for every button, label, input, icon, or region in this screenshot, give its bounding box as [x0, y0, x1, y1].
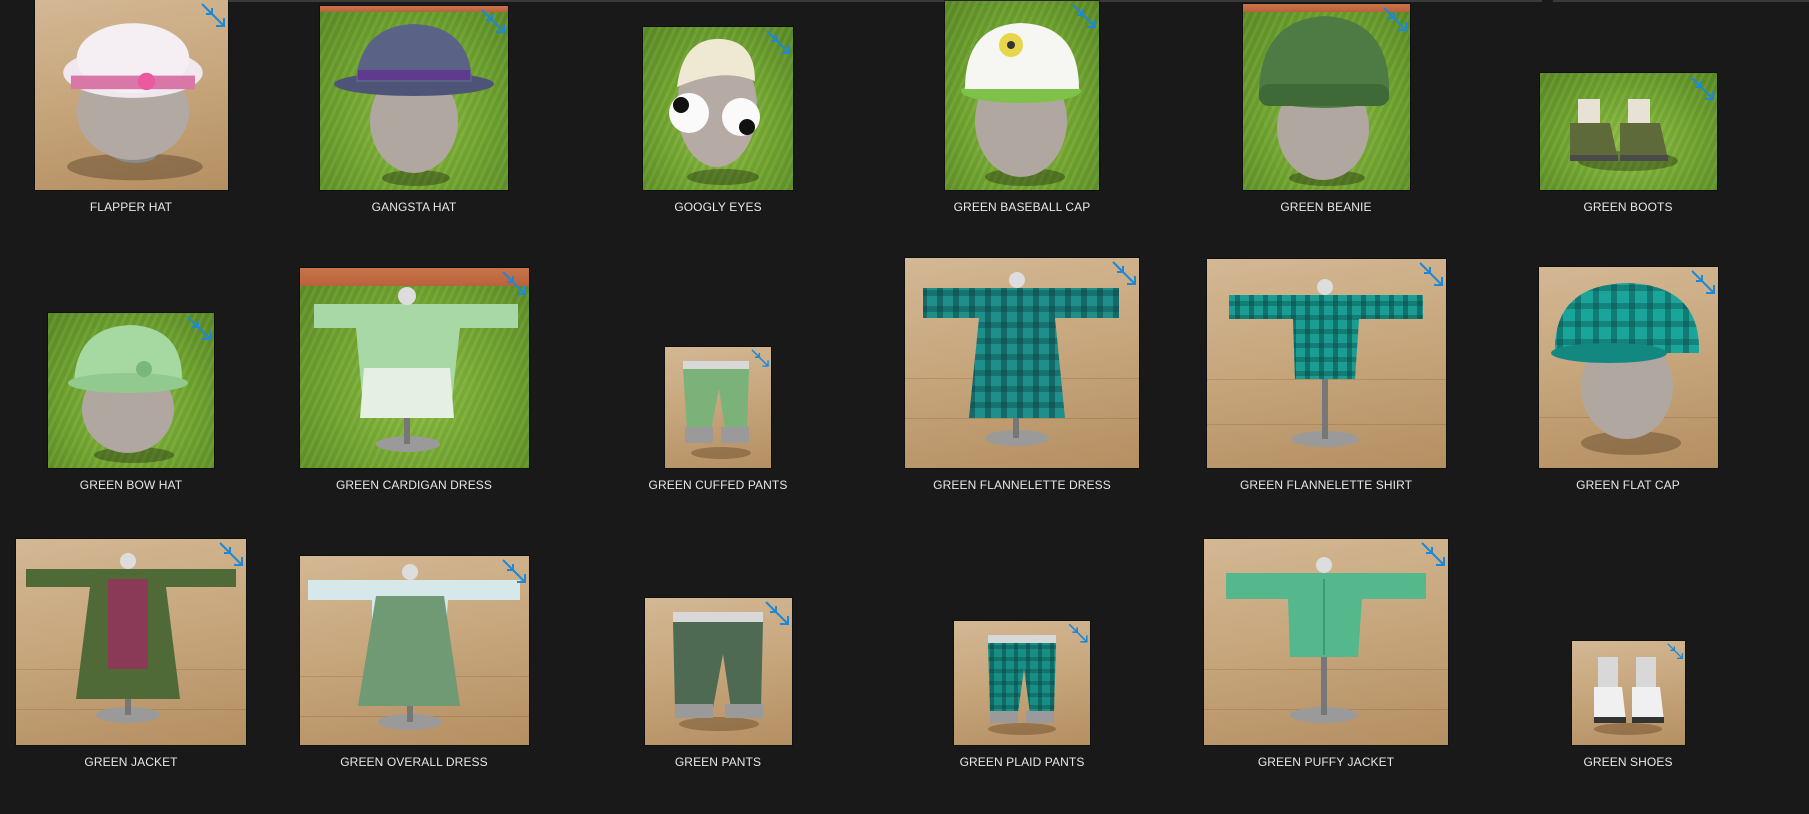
grid-item[interactable]: GREEN PLAID PANTS: [870, 504, 1174, 781]
item-label: GREEN BOOTS: [1583, 200, 1673, 214]
item-thumbnail[interactable]: [1204, 539, 1448, 745]
item-thumbnail[interactable]: [1571, 641, 1685, 745]
item-label: GREEN SHOES: [1583, 755, 1673, 769]
grid-item[interactable]: GREEN PANTS: [566, 504, 870, 781]
item-label: GREEN PLAID PANTS: [959, 755, 1085, 769]
item-thumbnail[interactable]: [1538, 267, 1718, 468]
grid-item[interactable]: GREEN OVERALL DRESS: [262, 504, 566, 781]
item-label: GREEN BASEBALL CAP: [953, 200, 1091, 214]
expand-arrows-icon: [501, 559, 526, 583]
item-thumbnail[interactable]: [1539, 73, 1717, 190]
item-label: GREEN CUFFED PANTS: [648, 478, 788, 492]
expand-arrows-icon: [187, 316, 211, 340]
expand-arrows-icon: [501, 271, 526, 295]
item-thumbnail[interactable]: [1242, 4, 1410, 190]
item-label: GREEN PANTS: [674, 755, 762, 769]
expand-arrows-icon: [1418, 262, 1443, 286]
item-label: GREEN FLAT CAP: [1576, 478, 1680, 492]
grid-item[interactable]: GREEN BOW HAT: [0, 226, 262, 504]
item-thumbnail[interactable]: [643, 27, 793, 190]
item-thumbnail[interactable]: [299, 556, 529, 745]
item-label: GANGSTA HAT: [371, 200, 457, 214]
item-thumbnail[interactable]: [1206, 259, 1446, 468]
grid-item[interactable]: GREEN BASEBALL CAP: [870, 0, 1174, 226]
item-thumbnail[interactable]: [34, 0, 228, 190]
item-label: GREEN CARDIGAN DRESS: [335, 478, 493, 492]
green-flannelette-shirt-image: [1228, 279, 1423, 447]
item-thumbnail[interactable]: [905, 258, 1139, 468]
item-label: GOOGLY EYES: [674, 200, 762, 214]
item-thumbnail-grid: FLAPPER HAT GANGSTA HAT GOOGLY EYES GREE…: [0, 0, 1778, 781]
item-thumbnail[interactable]: [954, 621, 1090, 745]
green-jacket-image: [26, 553, 236, 723]
grid-item[interactable]: GOOGLY EYES: [566, 0, 870, 226]
grid-item[interactable]: GREEN BEANIE: [1174, 0, 1478, 226]
item-thumbnail[interactable]: [665, 347, 771, 468]
grid-item[interactable]: GREEN CUFFED PANTS: [566, 226, 870, 504]
expand-arrows-icon: [766, 30, 790, 54]
expand-arrows-icon: [1421, 542, 1445, 566]
item-label: GREEN JACKET: [84, 755, 178, 769]
item-label: GREEN FLANNELETTE SHIRT: [1239, 478, 1413, 492]
green-flannelette-dress-image: [923, 272, 1119, 446]
item-thumbnail[interactable]: [320, 6, 508, 190]
grid-item[interactable]: GREEN PUFFY JACKET: [1174, 504, 1478, 781]
item-label: GREEN BOW HAT: [79, 478, 183, 492]
item-thumbnail[interactable]: [945, 1, 1099, 190]
green-cardigan-dress-image: [313, 287, 518, 452]
expand-arrows-icon: [481, 9, 505, 33]
item-label: GREEN FLANNELETTE DRESS: [933, 478, 1111, 492]
grid-item[interactable]: GREEN SHOES: [1478, 504, 1778, 781]
item-label: FLAPPER HAT: [89, 200, 173, 214]
expand-arrows-icon: [1112, 261, 1136, 285]
grid-item[interactable]: GREEN FLAT CAP: [1478, 226, 1778, 504]
expand-arrows-icon: [200, 3, 225, 27]
expand-arrows-icon: [1666, 643, 1683, 659]
grid-item[interactable]: GREEN JACKET: [0, 504, 262, 781]
expand-arrows-icon: [1068, 623, 1088, 643]
green-puffy-jacket-image: [1226, 557, 1426, 723]
grid-item[interactable]: GREEN CARDIGAN DRESS: [262, 226, 566, 504]
green-overall-dress-image: [307, 564, 520, 730]
grid-item[interactable]: GANGSTA HAT: [262, 0, 566, 226]
grid-item[interactable]: FLAPPER HAT: [0, 0, 262, 226]
expand-arrows-icon: [751, 349, 769, 367]
item-thumbnail[interactable]: [299, 268, 529, 468]
item-label: GREEN PUFFY JACKET: [1257, 755, 1395, 769]
grid-item[interactable]: GREEN BOOTS: [1478, 0, 1778, 226]
expand-arrows-icon: [764, 601, 789, 625]
grid-item[interactable]: GREEN FLANNELETTE SHIRT: [1174, 226, 1478, 504]
item-thumbnail[interactable]: [644, 598, 792, 745]
grid-item[interactable]: GREEN FLANNELETTE DRESS: [870, 226, 1174, 504]
green-flat-cap-image: [1550, 283, 1699, 455]
item-label: GREEN BEANIE: [1280, 200, 1372, 214]
item-thumbnail[interactable]: [16, 539, 246, 745]
item-thumbnail[interactable]: [48, 313, 214, 468]
expand-arrows-icon: [1689, 76, 1714, 100]
expand-arrows-icon: [1690, 270, 1715, 294]
expand-arrows-icon: [1072, 4, 1096, 28]
expand-arrows-icon: [1382, 7, 1407, 31]
expand-arrows-icon: [219, 542, 243, 566]
item-label: GREEN OVERALL DRESS: [340, 755, 488, 769]
